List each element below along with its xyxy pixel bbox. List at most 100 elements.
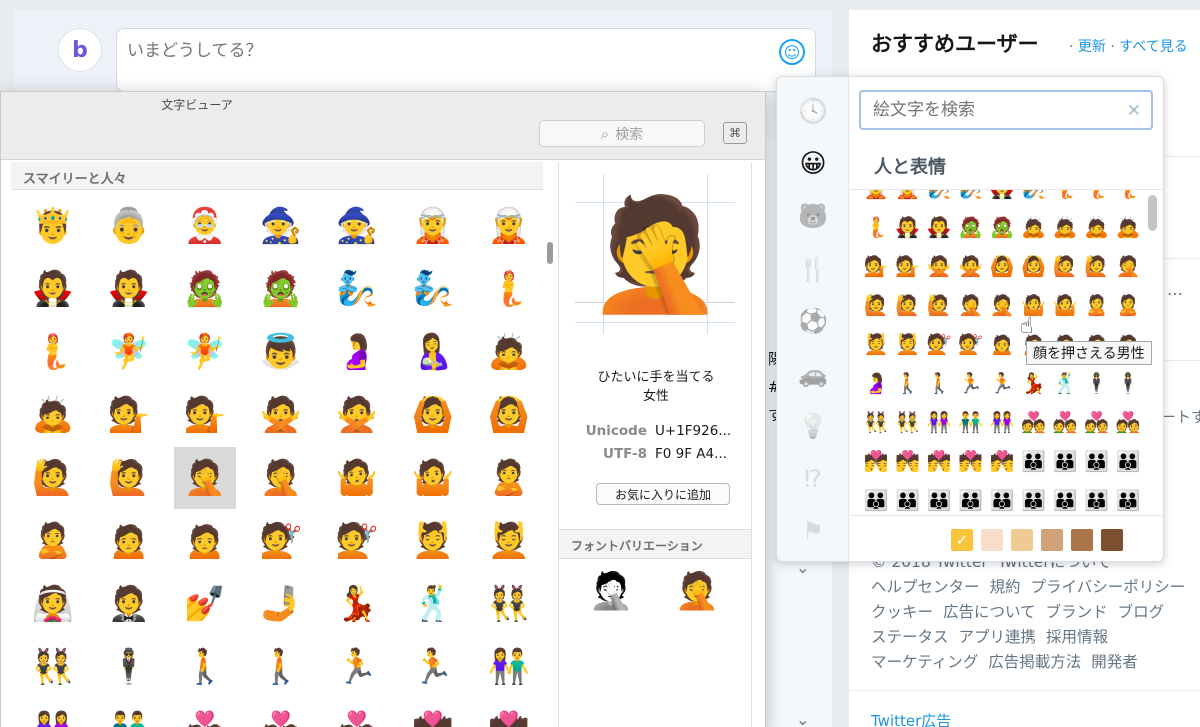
emoji-cell[interactable]: 👯 (892, 406, 924, 438)
footer-link[interactable]: ヘルプセンター (871, 578, 980, 596)
chevron-down-icon[interactable]: ⌄ (796, 710, 809, 727)
emoji-cell[interactable]: 🧙 (250, 195, 312, 257)
emoji-cell[interactable]: 🧟 (986, 211, 1018, 243)
emoji-cell[interactable]: 👭 (986, 406, 1018, 438)
soccer-ball-icon[interactable]: ⚽ (797, 305, 829, 337)
emoji-cell[interactable]: 🙇 (1018, 211, 1050, 243)
emoji-cell[interactable]: 🧟 (174, 258, 236, 320)
bear-icon[interactable]: 🐻 (797, 200, 829, 232)
emoji-cell[interactable]: 🕺 (402, 573, 464, 635)
emoji-cell[interactable]: 💇 (955, 328, 987, 360)
skin-tone-swatch[interactable] (1101, 529, 1123, 551)
emoji-button[interactable]: ☺ (779, 39, 805, 65)
emoji-cell[interactable]: 🚶 (250, 636, 312, 698)
emoji-cell[interactable]: 🏃 (326, 636, 388, 698)
scrollbar[interactable] (547, 242, 553, 264)
emoji-cell[interactable]: 🤰 (860, 367, 892, 399)
font-variation-glyph[interactable]: 🤦 (581, 566, 641, 616)
emoji-cell[interactable]: 💆 (860, 328, 892, 360)
emoji-cell[interactable]: 🤵 (98, 573, 160, 635)
see-all-link[interactable]: すべて見る (1119, 39, 1187, 55)
emoji-cell[interactable]: 🙎 (1112, 289, 1144, 321)
tweet-input[interactable] (127, 41, 727, 61)
emoji-cell[interactable]: 👪 (1018, 445, 1050, 477)
emoji-cell[interactable]: 💏 (923, 445, 955, 477)
footer-link[interactable]: ブランド (1046, 603, 1108, 621)
emoji-cell[interactable]: 💁 (98, 384, 160, 446)
emoji-cell[interactable]: 🙇 (1112, 211, 1144, 243)
emoji-cell[interactable]: 👪 (1049, 445, 1081, 477)
skin-tone-swatch[interactable] (1071, 529, 1093, 551)
emoji-cell[interactable]: 🙎 (1081, 289, 1113, 321)
emoji-cell[interactable]: 🙇 (22, 384, 84, 446)
emoji-cell[interactable]: 👪 (892, 484, 924, 514)
emoji-cell[interactable]: 🙆 (478, 384, 540, 446)
emoji-cell[interactable]: 🤷 (402, 447, 464, 509)
emoji-cell[interactable]: 💆 (478, 510, 540, 572)
emoji-cell[interactable]: 🤷 (1049, 289, 1081, 321)
emoji-cell[interactable]: 🧞 (955, 190, 987, 204)
emoji-cell[interactable]: 🤳 (250, 573, 312, 635)
emoji-cell[interactable]: 🧟 (250, 258, 312, 320)
emoji-cell[interactable]: 🤦 (1112, 250, 1144, 282)
emoji-cell[interactable]: 👬 (98, 699, 160, 727)
emoji-cell[interactable]: 💑 (1081, 406, 1113, 438)
emoji-cell[interactable]: 🙎 (478, 447, 540, 509)
emoji-cell[interactable]: 💏 (892, 445, 924, 477)
emoji-cell[interactable]: 👪 (1018, 484, 1050, 514)
recent-icon[interactable]: 🕓 (797, 95, 829, 127)
avatar[interactable]: b (58, 28, 102, 72)
emoji-cell[interactable]: 🙎 (22, 510, 84, 572)
smiley-icon[interactable]: 😀 (797, 148, 829, 180)
emoji-cell[interactable]: 🧜 (1081, 190, 1113, 204)
emoji-cell[interactable]: 💃 (326, 573, 388, 635)
emoji-cell[interactable]: 🙅 (250, 384, 312, 446)
emoji-cell[interactable]: 🤦 (174, 447, 236, 509)
emoji-cell[interactable]: 🕴 (1112, 367, 1144, 399)
footer-link[interactable]: ステータス (871, 628, 949, 646)
emoji-cell[interactable]: 🙍 (98, 510, 160, 572)
emoji-cell[interactable]: 🙇 (1049, 211, 1081, 243)
emoji-cell[interactable]: 🧝 (402, 195, 464, 257)
emoji-cell[interactable]: 💑 (250, 699, 312, 727)
footer-link[interactable]: ブログ (1118, 603, 1165, 621)
emoji-cell[interactable]: 💆 (892, 328, 924, 360)
emoji-cell[interactable]: 🧜 (22, 321, 84, 383)
font-variation-glyph[interactable]: 🤦 (667, 566, 727, 616)
emoji-cell[interactable]: 🧜 (478, 258, 540, 320)
fork-knife-icon[interactable]: 🍴 (797, 253, 829, 285)
skin-tone-swatch[interactable] (1011, 529, 1033, 551)
footer-link[interactable]: マーケティング (871, 653, 978, 671)
emoji-cell[interactable]: 🙍 (174, 510, 236, 572)
emoji-cell[interactable]: 💇 (326, 510, 388, 572)
emoji-cell[interactable]: 🧛 (98, 258, 160, 320)
emoji-cell[interactable]: 🙋 (98, 447, 160, 509)
emoji-cell[interactable]: 🧞 (1018, 190, 1050, 204)
flag-icon[interactable]: ⚑ (797, 515, 829, 547)
twitter-ads-link[interactable]: Twitter広告 (871, 710, 951, 727)
emoji-cell[interactable]: 👭 (22, 699, 84, 727)
footer-link[interactable]: アプリ連携 (959, 628, 1037, 646)
emoji-cell[interactable]: 🏃 (986, 367, 1018, 399)
emoji-cell[interactable]: 🏃 (402, 636, 464, 698)
emoji-cell[interactable]: 🙅 (955, 250, 987, 282)
keyboard-icon[interactable]: ⌘ (723, 122, 747, 144)
emoji-cell[interactable]: 👼 (250, 321, 312, 383)
tweet-box[interactable]: ☺ (116, 28, 816, 92)
emoji-cell[interactable]: 🚶 (892, 367, 924, 399)
emoji-cell[interactable]: 👪 (923, 484, 955, 514)
footer-link[interactable]: プライバシーポリシー (1031, 578, 1186, 596)
emoji-cell[interactable]: 🧜 (1112, 190, 1144, 204)
emoji-cell[interactable]: 👪 (986, 484, 1018, 514)
emoji-cell[interactable]: 💑 (1049, 406, 1081, 438)
emoji-cell[interactable]: 💑 (1112, 406, 1144, 438)
emoji-cell[interactable]: 🙋 (1081, 250, 1113, 282)
emoji-cell[interactable]: 🤱 (402, 321, 464, 383)
search-input[interactable]: ⌕ 検索 (539, 120, 705, 147)
emoji-cell[interactable]: 💏 (860, 445, 892, 477)
emoji-cell[interactable]: 👫 (478, 636, 540, 698)
footer-link[interactable]: 広告について (943, 603, 1036, 621)
emoji-cell[interactable]: 🤶 (174, 195, 236, 257)
emoji-cell[interactable]: 🧚 (98, 321, 160, 383)
emoji-cell[interactable]: 💅 (174, 573, 236, 635)
